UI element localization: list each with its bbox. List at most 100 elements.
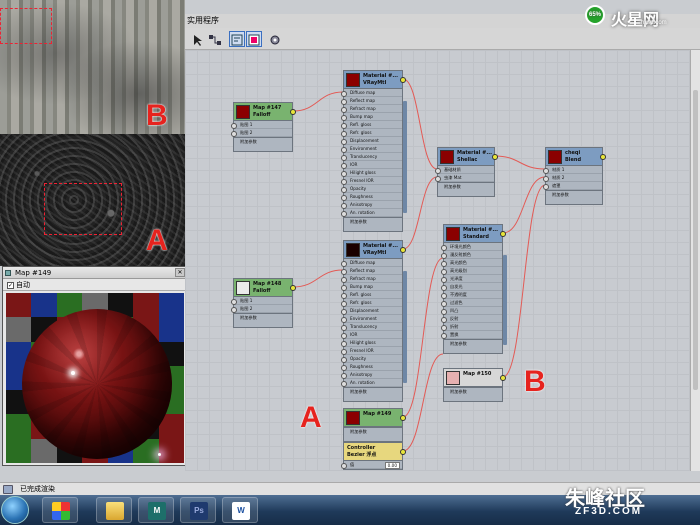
node-slot[interactable]: Roughness — [341, 363, 402, 371]
node-output-socket[interactable] — [400, 449, 406, 455]
node-slot[interactable]: Roughness — [341, 193, 402, 201]
node-slot[interactable]: Hilight gloss — [341, 339, 402, 347]
node-slot[interactable]: Refract map — [341, 105, 402, 113]
node-slot[interactable]: Hilight gloss — [341, 169, 402, 177]
node-footer[interactable]: 附加参数 — [438, 182, 494, 196]
node-wire[interactable] — [502, 184, 546, 378]
node-slot[interactable]: Bump map — [341, 113, 402, 121]
node-slot[interactable]: 过滤色 — [441, 299, 502, 307]
node-header[interactable]: Controller Bezier 浮点 — [344, 443, 406, 461]
node-slot[interactable]: Fresnel IOR — [341, 177, 402, 185]
node-wire[interactable] — [402, 176, 438, 250]
node-standard[interactable]: Material #... Standard 环境光颜色 漫反射颜色 高光颜色 高光级别光… — [441, 224, 507, 354]
node-slot[interactable]: 遮罩 — [543, 182, 602, 190]
auto-checkbox[interactable]: ✓ — [7, 281, 14, 289]
vertical-scrollbar[interactable] — [690, 50, 700, 471]
node-vraymtl-2[interactable]: Material #... VRayMtl Diffuse map Reflect m… — [341, 240, 407, 402]
node-header[interactable]: Material #... VRayMtl — [344, 241, 406, 259]
node-slot[interactable]: 不透明度 — [441, 291, 502, 299]
node-slot[interactable]: 凹凸 — [441, 307, 502, 315]
node-slot[interactable]: 自发光 — [441, 283, 502, 291]
node-blend[interactable]: cheqi Blend 材质 1 材质 2 遮罩 附加参数 — [543, 147, 606, 205]
node-output-socket[interactable] — [290, 285, 296, 291]
node-slot[interactable]: 材质 2 — [543, 174, 602, 182]
node-slot[interactable]: 漫反射颜色 — [441, 251, 502, 259]
node-footer[interactable]: 附加参数 — [234, 313, 292, 327]
node-slot[interactable]: Opacity — [341, 355, 402, 363]
close-icon[interactable]: ✕ — [175, 268, 185, 277]
node-slot[interactable]: Refr. gloss — [341, 129, 402, 137]
node-slot[interactable]: Refl. gloss — [341, 121, 402, 129]
node-footer[interactable]: 附加参数 — [234, 137, 292, 151]
node-vraymtl-1[interactable]: Material #... VRayMtl Diffuse map Reflect m… — [341, 70, 407, 232]
node-wire[interactable] — [494, 155, 546, 170]
node-footer[interactable]: 附加参数 — [344, 387, 402, 401]
node-wire[interactable] — [502, 176, 546, 234]
node-output-socket[interactable] — [500, 375, 506, 381]
node-shellac[interactable]: Material #... Shellac 基础材质 虫漆 Mat 附加参数 — [435, 147, 498, 197]
select-icon[interactable] — [190, 31, 206, 47]
node-slot[interactable]: An. rotation — [341, 379, 402, 387]
media-center-icon[interactable] — [42, 497, 78, 523]
node-output-socket[interactable] — [600, 154, 606, 160]
node-header[interactable]: Map #149 — [344, 409, 406, 427]
node-slot[interactable]: Refl. gloss — [341, 291, 402, 299]
node-slot[interactable]: Displacement — [341, 137, 402, 145]
controller-value[interactable]: 0.00 — [384, 462, 400, 469]
node-footer[interactable]: 附加参数 — [344, 217, 402, 231]
node-slot[interactable]: 高光级别 — [441, 267, 502, 275]
node-header[interactable]: cheqi Blend — [546, 148, 606, 166]
node-slot[interactable]: 光泽度 — [441, 275, 502, 283]
node-slot[interactable]: 折射 — [441, 323, 502, 331]
node-output-socket[interactable] — [400, 247, 406, 253]
node-wire[interactable] — [292, 91, 344, 112]
node-wire[interactable] — [292, 269, 344, 288]
node-slot[interactable]: Reflect map — [341, 267, 402, 275]
node-wire[interactable] — [402, 353, 444, 452]
node-slot[interactable]: Anisotropy — [341, 201, 402, 209]
node-view-canvas[interactable]: Map #147 Falloff 贴图 1 贴图 2 附加参数 Map #148 Fall… — [185, 50, 690, 471]
node-slot[interactable]: 贴图 2 — [231, 129, 292, 137]
node-slot[interactable]: 材质 1 — [543, 166, 602, 174]
node-falloff-147[interactable]: Map #147 Falloff 贴图 1 贴图 2 附加参数 — [231, 102, 296, 152]
node-slot[interactable]: 高光颜色 — [441, 259, 502, 267]
node-side-handle[interactable] — [403, 101, 407, 213]
node-controller[interactable]: Controller Bezier 浮点值 0.00 — [341, 442, 406, 470]
node-header[interactable]: Map #150 — [444, 369, 506, 387]
node-slot[interactable]: Environment — [341, 315, 402, 323]
node-output-socket[interactable] — [500, 231, 506, 237]
node-slot[interactable]: IOR — [341, 161, 402, 169]
node-slot[interactable]: Environment — [341, 145, 402, 153]
node-output-socket[interactable] — [290, 109, 296, 115]
node-slot[interactable]: 值 0.00 — [341, 461, 402, 469]
node-slot[interactable]: Refr. gloss — [341, 299, 402, 307]
node-slot[interactable]: 置换 — [441, 331, 502, 339]
node-slot[interactable]: 贴图 2 — [231, 305, 292, 313]
node-falloff-148[interactable]: Map #148 Falloff 贴图 1 贴图 2 附加参数 — [231, 278, 296, 328]
node-header[interactable]: Material #... Shellac — [438, 148, 498, 166]
node-slot[interactable]: Opacity — [341, 185, 402, 193]
node-slot[interactable]: Reflect map — [341, 97, 402, 105]
3dsmax-icon[interactable]: M — [138, 497, 174, 523]
node-slot[interactable]: Diffuse map — [341, 259, 402, 267]
photoshop-icon[interactable]: Ps — [180, 497, 216, 523]
map-preview-window[interactable]: Map #149 ✕ ✓ 自动 — [2, 266, 188, 466]
node-footer[interactable]: 附加参数 — [444, 387, 502, 401]
node-output-socket[interactable] — [400, 77, 406, 83]
node-map-149[interactable]: Map #149 附加参数 — [343, 408, 406, 442]
node-slot[interactable]: 环境光颜色 — [441, 243, 502, 251]
node-slot[interactable]: Anisotropy — [341, 371, 402, 379]
node-slot[interactable]: 贴图 1 — [231, 121, 292, 129]
node-slot[interactable]: Diffuse map — [341, 89, 402, 97]
node-slot[interactable]: IOR — [341, 331, 402, 339]
node-slot[interactable]: Displacement — [341, 307, 402, 315]
node-slot[interactable]: Refract map — [341, 275, 402, 283]
render-icon[interactable] — [267, 31, 283, 47]
folder-icon[interactable] — [96, 497, 132, 523]
node-footer[interactable]: 附加参数 — [444, 339, 502, 353]
node-slot[interactable]: 贴图 1 — [231, 297, 292, 305]
node-wire[interactable] — [402, 78, 438, 170]
hierarchy-icon[interactable] — [207, 31, 223, 47]
node-slot[interactable]: 虫漆 Mat — [435, 174, 494, 182]
start-orb-icon[interactable] — [1, 496, 29, 524]
